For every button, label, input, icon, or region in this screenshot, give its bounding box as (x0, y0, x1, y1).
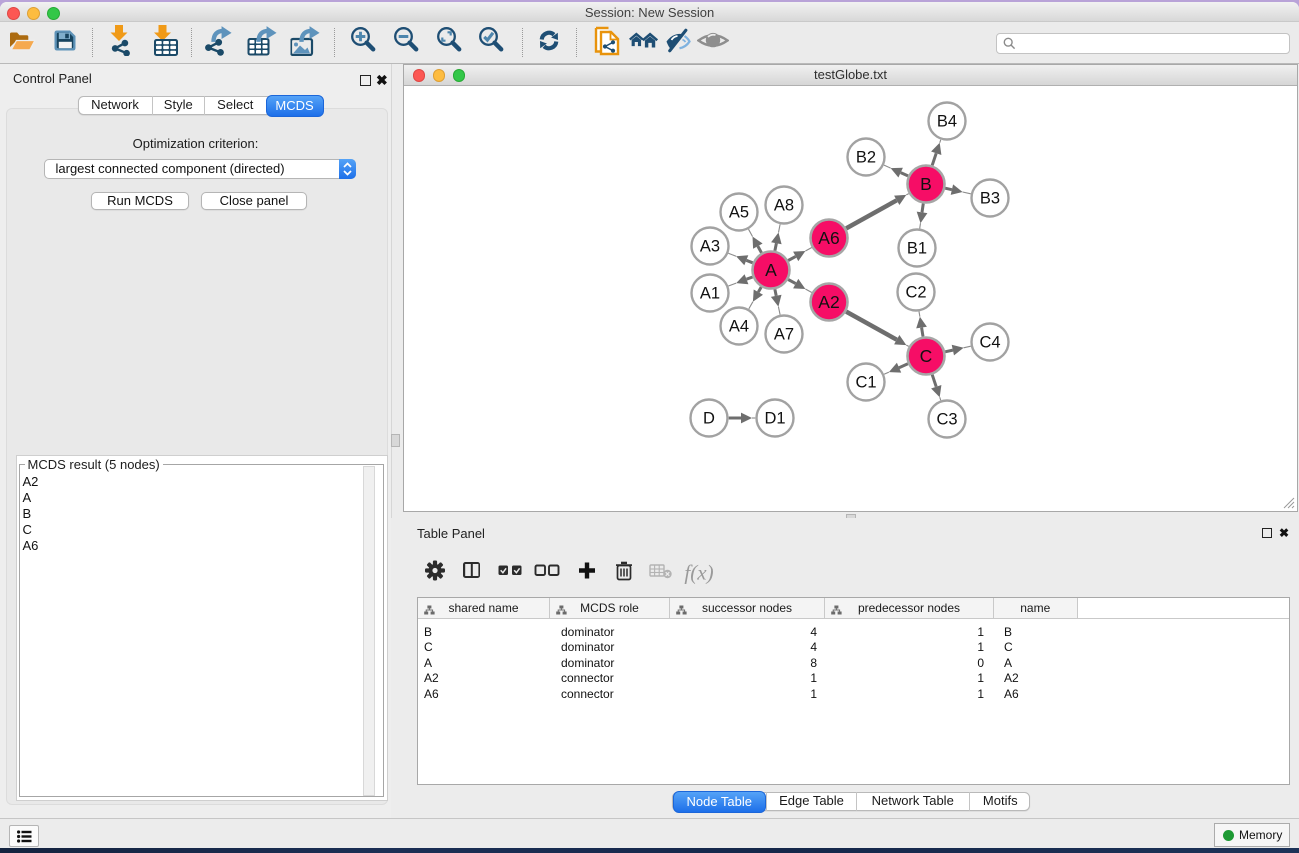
svg-text:A2: A2 (818, 292, 839, 312)
svg-text:C: C (920, 346, 933, 366)
svg-text:A5: A5 (729, 204, 749, 222)
svg-text:A8: A8 (774, 197, 794, 215)
svg-text:D1: D1 (764, 410, 785, 428)
svg-text:A4: A4 (729, 318, 749, 336)
svg-text:A6: A6 (818, 228, 839, 248)
svg-text:A3: A3 (700, 238, 720, 256)
svg-text:C1: C1 (855, 374, 876, 392)
svg-text:A7: A7 (774, 326, 794, 344)
svg-text:C3: C3 (936, 411, 957, 429)
svg-text:A1: A1 (700, 285, 720, 303)
svg-text:B2: B2 (856, 149, 876, 167)
svg-text:D: D (703, 410, 715, 428)
svg-text:B: B (920, 174, 932, 194)
svg-text:B1: B1 (907, 240, 927, 258)
svg-text:C4: C4 (979, 334, 1000, 352)
svg-text:B4: B4 (937, 113, 957, 131)
svg-text:C2: C2 (905, 284, 926, 302)
svg-text:A: A (765, 260, 777, 280)
svg-text:B3: B3 (980, 190, 1000, 208)
